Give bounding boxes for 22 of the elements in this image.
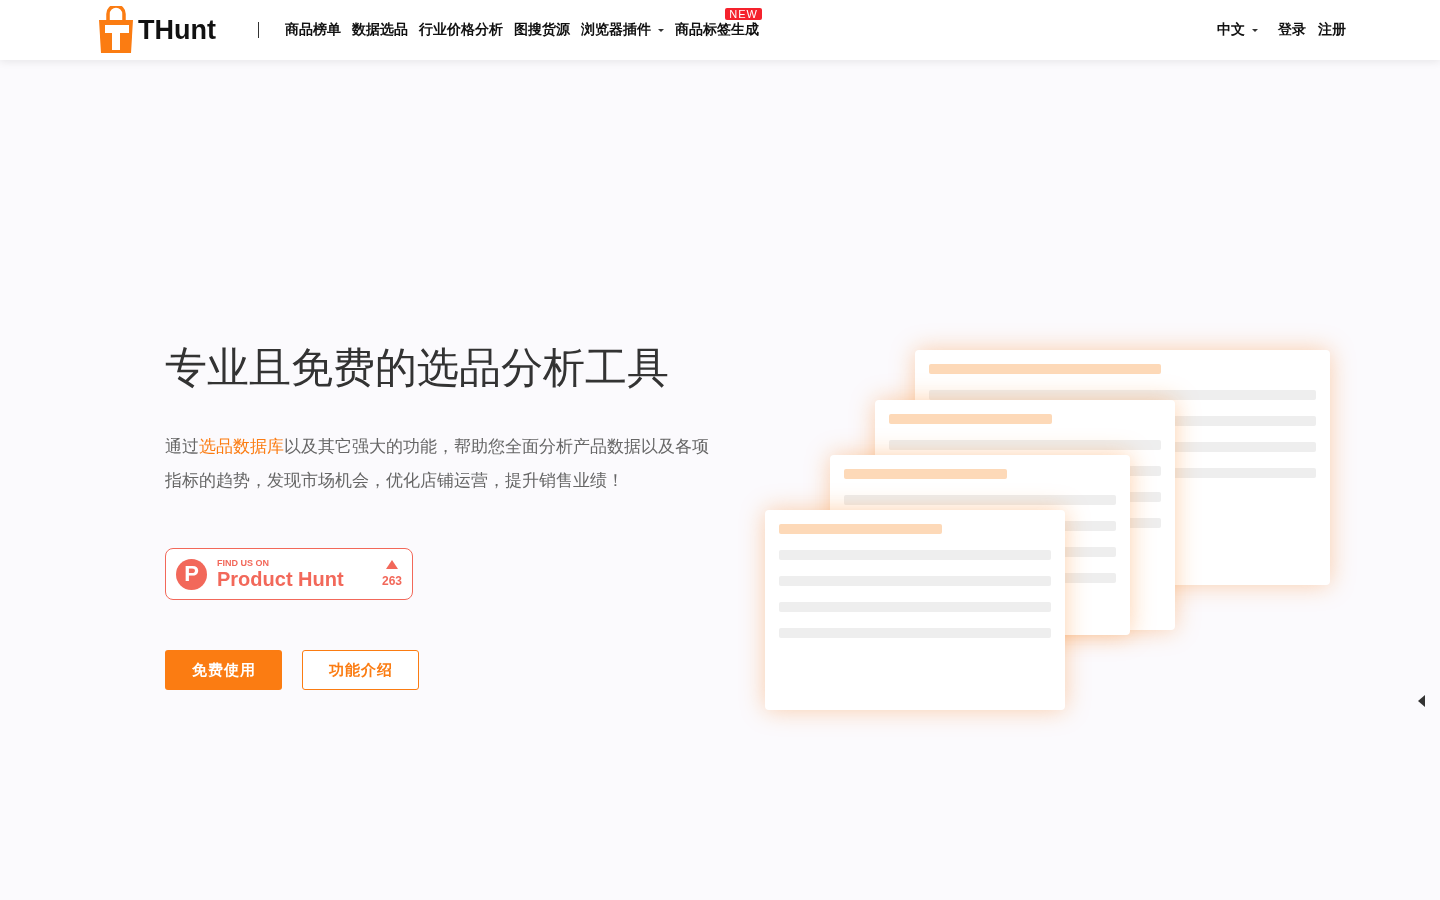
vote-count: 263 [381,574,402,588]
nav-link[interactable]: 行业价格分析 [418,21,503,39]
nav-link[interactable]: 浏览器插件 [580,21,664,39]
nav-link[interactable]: 图搜货源 [513,21,570,39]
shopping-bag-icon [96,6,136,54]
login-link[interactable]: 登录 [1278,21,1306,39]
nav-link[interactable]: 商品标签生成 [674,21,759,39]
badge-caption: FIND US ON [217,557,270,568]
product-hunt-logo-icon: P [176,558,207,590]
badge-name: Product Hunt [217,567,344,591]
collapse-arrow-icon[interactable] [1418,695,1425,707]
new-badge: NEW [725,8,762,20]
caret-icon [657,28,664,32]
register-link[interactable]: 注册 [1318,21,1346,39]
nav-link[interactable]: 商品榜单 [284,21,341,39]
hero-description: 通过选品数据库以及其它强大的功能，帮助您全面分析产品数据以及各项指标的趋势，发现市场机会，优化店铺运营，提升销售业绩！ [165,436,710,492]
logo-link[interactable]: THunt [96,6,216,54]
language-dropdown[interactable]: 中文 [1217,21,1258,39]
upvote-icon [386,560,398,569]
hero-title: 专业且免费的选品分析工具 [165,343,669,393]
nav-link[interactable]: 数据选品 [351,21,408,39]
caret-icon [1252,28,1258,32]
